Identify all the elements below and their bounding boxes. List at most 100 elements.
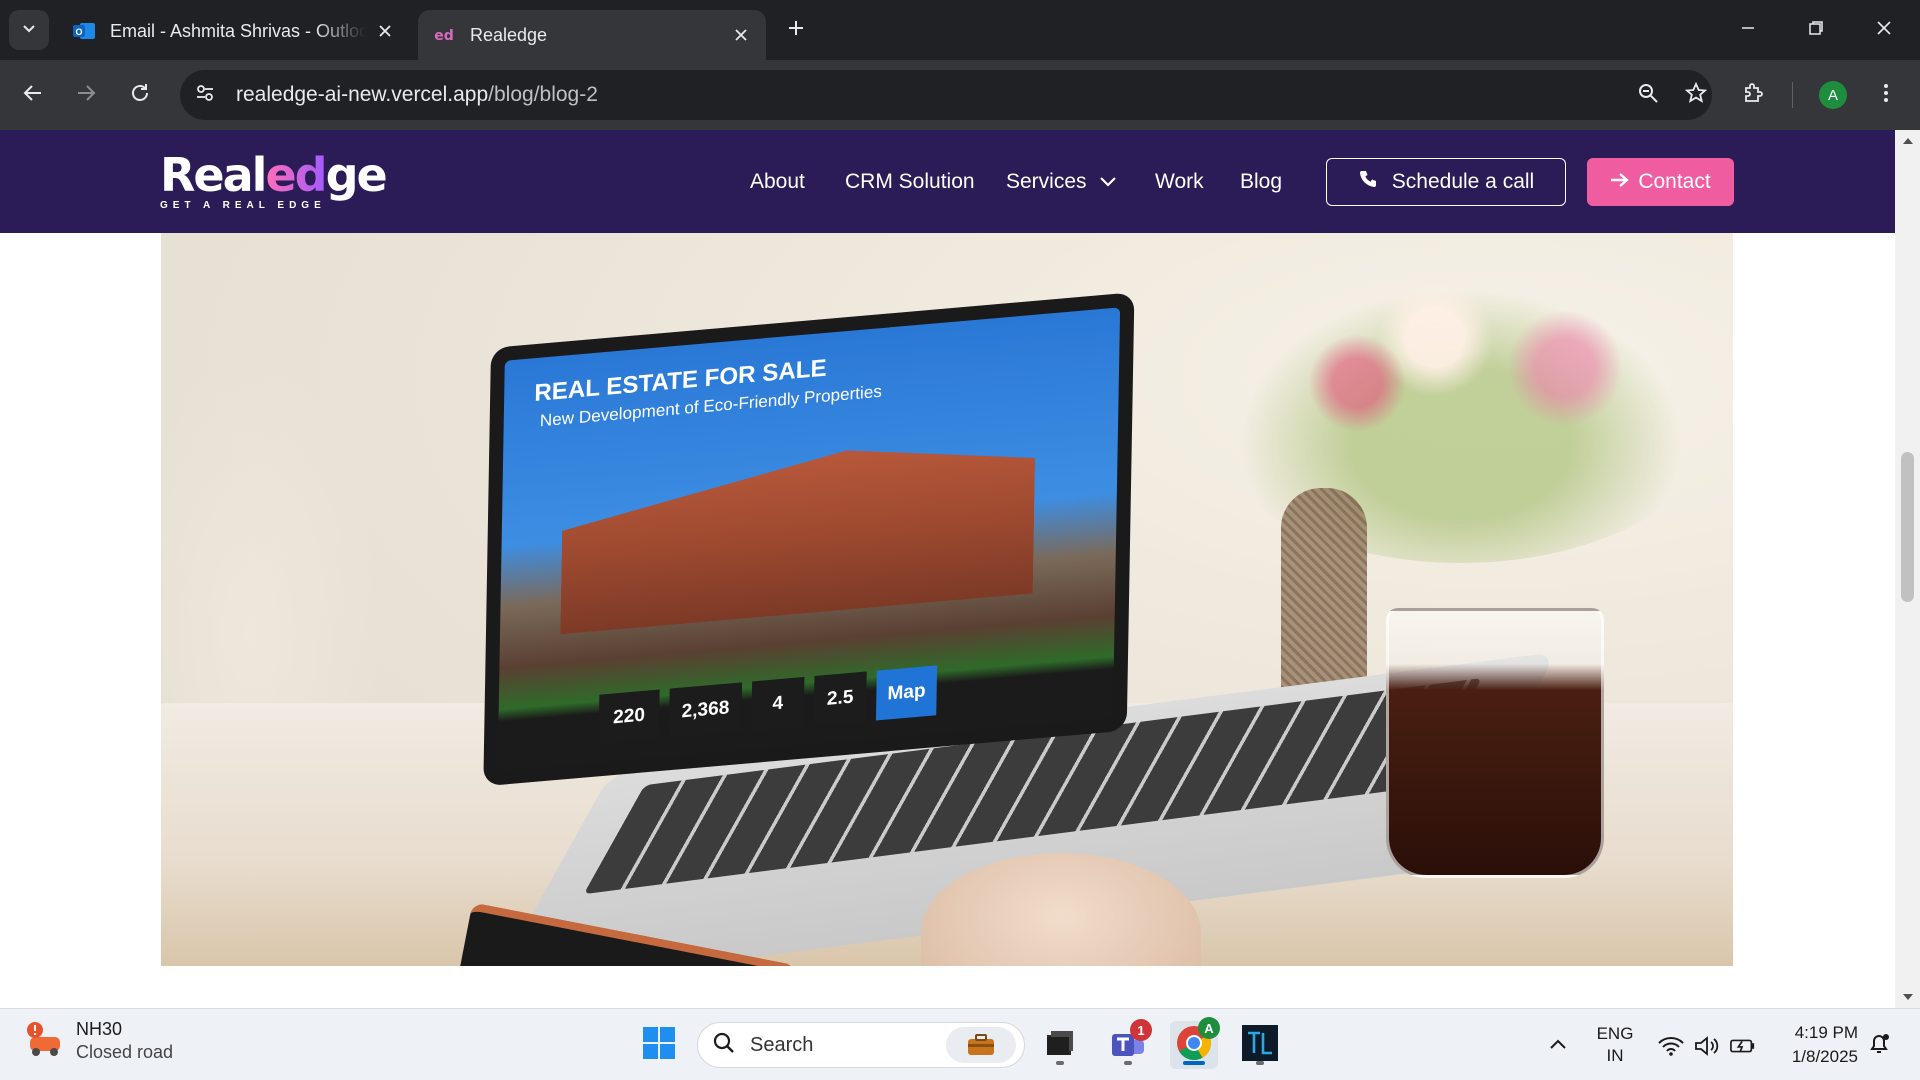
contact-button[interactable]: Contact [1587,158,1734,206]
reload-button[interactable] [120,75,160,115]
svg-text:ed: ed [434,28,454,44]
arrow-left-icon [22,82,44,109]
logo-part2: ge [325,148,388,202]
close-icon[interactable] [730,24,752,46]
taskbar-app-tl[interactable] [1236,1021,1284,1069]
close-window-button[interactable] [1850,0,1918,60]
scrollbar-thumb[interactable] [1901,452,1914,602]
weather-title: NH30 [76,1019,123,1039]
profile-button[interactable]: A [1813,75,1853,115]
page-scrollbar[interactable] [1895,130,1920,1008]
tune-icon [194,82,216,109]
restore-button[interactable] [1782,0,1850,60]
zoom-button[interactable] [1628,75,1668,115]
app-running-indicator [1056,1061,1064,1065]
app-running-indicator [1124,1061,1132,1065]
battery-icon[interactable] [1730,1033,1756,1059]
weather-widget[interactable]: NH30 Closed road [24,1019,173,1063]
briefcase-icon [946,1027,1016,1063]
show-hidden-icons-button[interactable] [1545,1033,1571,1059]
system-clock[interactable]: 4:19 PM 1/8/2025 [1772,1021,1858,1069]
start-button[interactable] [635,1021,683,1069]
taskbar-app-chrome[interactable]: A [1170,1017,1220,1069]
close-icon[interactable] [374,20,396,42]
file-explorer-icon [1045,1029,1075,1062]
windows-icon [642,1026,676,1065]
back-button[interactable] [13,75,53,115]
input-language[interactable]: ENG IN [1595,1023,1635,1067]
blog-hero-image: REAL ESTATE FOR SALE New Development of … [161,233,1733,966]
notification-center-button[interactable] [1866,1033,1892,1059]
property-stats: 220 2,368 4 2.5 Map [598,665,938,745]
logo-accent: ed [265,148,327,202]
scroll-up-arrow[interactable] [1895,130,1920,150]
flowers-decoration [1201,263,1721,563]
taskbar-search[interactable]: Search [697,1022,1025,1068]
volume-icon[interactable] [1694,1033,1720,1059]
schedule-call-label: Schedule a call [1391,170,1535,193]
nav-work[interactable]: Work [1155,170,1204,194]
nav-blog[interactable]: Blog [1240,170,1282,194]
stat-baths: 2.5 [813,671,867,726]
arrow-right-icon [1610,170,1630,194]
reload-icon [129,82,151,109]
new-tab-button[interactable] [780,14,812,46]
nav-services[interactable]: Services [1006,170,1117,194]
tab-outlook[interactable]: O Email - Ashmita Shrivas - Outlook [58,8,410,54]
url-path: /blog/blog-2 [488,83,598,106]
logo-part1: Real [160,148,267,202]
bell-icon [1867,1032,1891,1061]
bookmark-button[interactable] [1676,75,1716,115]
phone-icon [1358,169,1378,195]
forward-button[interactable] [66,75,106,115]
address-bar[interactable]: realedge-ai-new.vercel.app/blog/blog-2 [180,70,1712,120]
tab-search-button[interactable] [9,10,49,50]
site-logo[interactable]: Realedge GET A REAL EDGE [160,152,388,212]
clock-date: 1/8/2025 [1791,1047,1858,1066]
contact-label: Contact [1638,170,1711,193]
site-info-button[interactable] [184,74,226,116]
minimize-button[interactable] [1714,0,1782,60]
nav-about[interactable]: About [750,170,805,194]
schedule-call-button[interactable]: Schedule a call [1326,158,1566,206]
url-host: realedge-ai-new.vercel.app [236,83,489,106]
app-active-indicator [1183,1061,1205,1065]
region-code: IN [1606,1046,1624,1065]
avatar: A [1819,81,1847,109]
tl-app-icon [1242,1024,1278,1066]
search-label: Search [750,1033,814,1056]
more-vert-icon [1883,82,1889,109]
menu-button[interactable] [1866,75,1906,115]
stat-area-m2: 220 [598,689,660,745]
nav-crm-solution[interactable]: CRM Solution [845,170,975,194]
profile-badge: A [1198,1017,1220,1039]
outlook-icon: O [72,19,96,43]
traffic-alert-icon [24,1021,64,1061]
wifi-icon[interactable] [1658,1033,1684,1059]
extensions-button[interactable] [1733,75,1773,115]
taskbar-app-files[interactable] [1036,1021,1084,1069]
site-header: Realedge GET A REAL EDGE About CRM Solut… [0,130,1895,233]
tab-title: Realedge [470,24,548,45]
scroll-down-arrow[interactable] [1895,988,1920,1008]
chevron-up-icon [1549,1037,1567,1055]
browser-tab-strip: O Email - Ashmita Shrivas - Outlook ed R… [0,0,1920,60]
taskbar-app-teams[interactable]: 1 [1104,1019,1152,1069]
stat-bedrooms: 4 [751,676,805,732]
tab-title: Email - Ashmita Shrivas - Outlook [110,20,366,41]
stat-area-sqft: 2,368 [668,682,743,739]
stat-map: Map [875,665,938,721]
nav-services-label: Services [1006,170,1087,193]
restore-icon [1808,20,1824,41]
clock-time: 4:19 PM [1794,1023,1858,1042]
arrow-right-icon [75,82,97,109]
chevron-down-icon [1099,170,1117,194]
puzzle-icon [1741,81,1765,110]
realedge-icon: ed [432,23,456,47]
coffee-glass [1386,608,1604,878]
url-text[interactable]: realedge-ai-new.vercel.app/blog/blog-2 [236,83,598,107]
tab-realedge[interactable]: ed Realedge [418,10,766,60]
plus-icon [787,19,805,42]
browser-toolbar: realedge-ai-new.vercel.app/blog/blog-2 A [0,60,1920,130]
logo-wordmark: Realedge [160,152,388,198]
